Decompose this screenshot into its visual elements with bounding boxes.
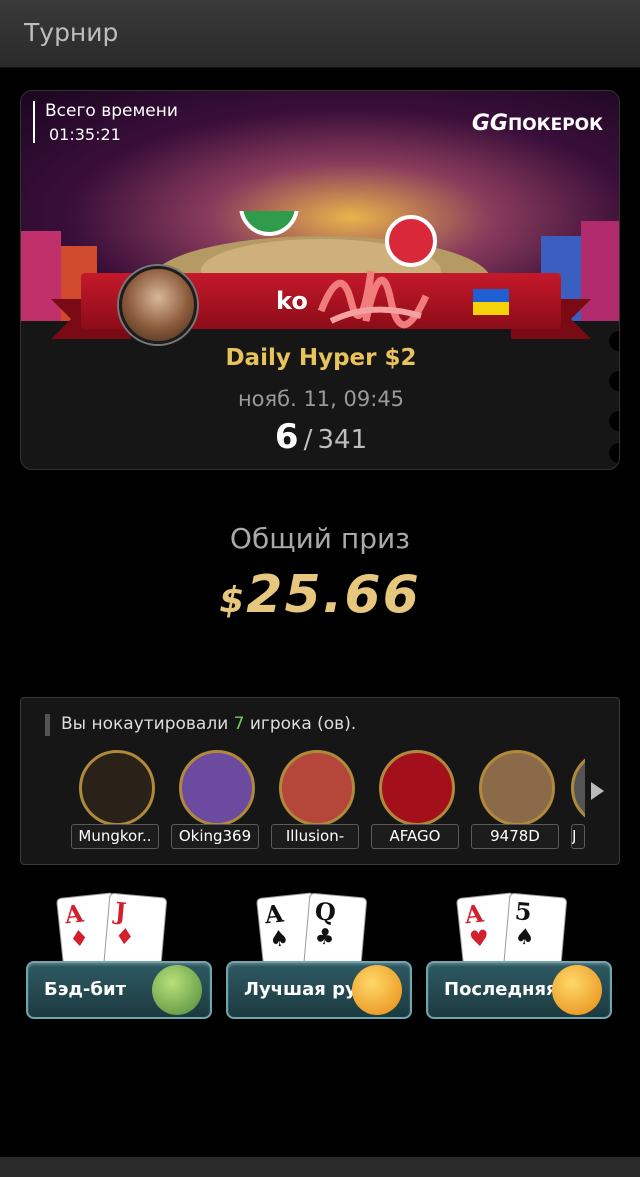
- bad-beat-button[interactable]: A ♦ J ♦ Бэд-бит: [26, 892, 212, 1019]
- ko-player-name: 9478D: [471, 824, 559, 849]
- player-avatar: [119, 266, 197, 344]
- last-hand-button-body: Последняя: [426, 961, 612, 1019]
- bad-beat-button-body: Бэд-бит: [26, 961, 212, 1019]
- ko-player[interactable]: Mungkor..: [71, 750, 161, 850]
- ko-player-name: Illusion-: [271, 824, 359, 849]
- prize-label: Общий приз: [229, 522, 411, 555]
- entrants-count: 341: [317, 425, 368, 455]
- ko-player[interactable]: Oking369: [171, 750, 261, 850]
- knockouts-panel: Вы нокаутировали 7 игрока (ов). Mungkor.…: [20, 697, 620, 865]
- total-time-label: Всего времени: [45, 101, 178, 121]
- prize-value: 25.66: [246, 565, 421, 625]
- ko-player-avatar: [379, 750, 455, 826]
- ko-player-name: Oking369: [171, 824, 259, 849]
- ko-player-name: AFAGO: [371, 824, 459, 849]
- top-bar: Турнир: [0, 0, 640, 68]
- ko-player-avatar: [79, 750, 155, 826]
- best-hand-button[interactable]: A ♠ Q ♣ Лучшая ру: [226, 892, 412, 1019]
- place-separator: /: [303, 425, 313, 455]
- ko-player-avatar: [279, 750, 355, 826]
- best-hand-button-body: Лучшая ру: [226, 961, 412, 1019]
- facepalm-face-icon: [552, 965, 602, 1015]
- scroll-right-icon[interactable]: [591, 782, 604, 800]
- finish-place: 6: [274, 417, 299, 457]
- brand-logo: GGПОКЕРОК: [471, 111, 603, 136]
- best-hand-label: Лучшая ру: [244, 979, 357, 1000]
- ko-player[interactable]: J: [571, 750, 585, 850]
- last-hand-button[interactable]: A ♥ 5 ♠ Последняя: [426, 892, 612, 1019]
- ko-player-avatar: [479, 750, 555, 826]
- prize-amount: $25.66: [0, 565, 640, 625]
- knockouts-text: Вы нокаутировали 7 игрока (ов).: [61, 714, 357, 734]
- ko-player[interactable]: AFAGO: [371, 750, 461, 850]
- crying-face-icon: [152, 965, 202, 1015]
- player-name: ko: [276, 287, 308, 315]
- redaction-scribble: [317, 270, 430, 329]
- last-hand-label: Последняя: [444, 979, 558, 1000]
- total-time-value: 01:35:21: [49, 125, 121, 144]
- tournament-name: Daily Hyper $2: [225, 345, 417, 371]
- ko-player-avatar: [571, 750, 585, 826]
- knockout-count: 7: [233, 714, 245, 734]
- bad-beat-label: Бэд-бит: [44, 979, 127, 1000]
- page-title: Турнир: [24, 18, 119, 47]
- tournament-date: нояб. 11, 09:45: [237, 387, 405, 411]
- bottom-bar: [0, 1157, 640, 1177]
- country-flag-icon: [473, 289, 509, 315]
- ko-player[interactable]: Illusion-: [271, 750, 361, 850]
- prize-currency: $: [219, 580, 247, 621]
- thinking-face-icon: [352, 965, 402, 1015]
- ko-player[interactable]: 9478D: [471, 750, 561, 850]
- ko-accent-bar: [45, 714, 50, 736]
- ko-player-name: Mungkor..: [71, 824, 159, 849]
- ko-player-avatar: [179, 750, 255, 826]
- ko-player-name: J: [571, 824, 585, 849]
- time-divider: [33, 101, 35, 143]
- tournament-result-card: Всего времени 01:35:21 GGПОКЕРОК ko Dail…: [20, 90, 620, 470]
- place-row: 6 / 341: [21, 417, 619, 457]
